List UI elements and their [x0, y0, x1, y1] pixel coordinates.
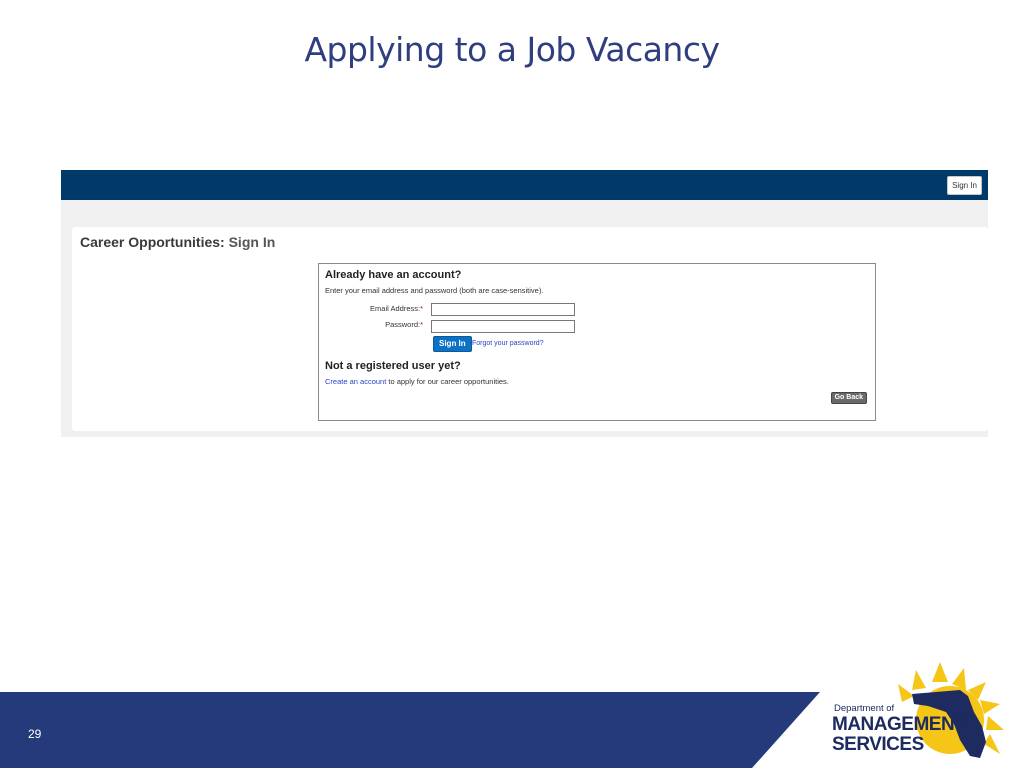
- logo-line-1: Department of: [834, 703, 895, 714]
- sign-in-button[interactable]: Sign In: [433, 336, 472, 352]
- page-heading-sub: Sign In: [228, 234, 276, 250]
- login-instructions: Enter your email address and password (b…: [325, 286, 544, 295]
- account-heading: Already have an account?: [325, 269, 462, 281]
- page-heading-main: Career Opportunities:: [80, 234, 225, 250]
- email-label-text: Email Address:: [370, 304, 421, 313]
- forgot-password-link[interactable]: Forgot your password?: [472, 340, 544, 347]
- career-portal-screenshot: Sign In Career Opportunities: Sign In Al…: [61, 170, 988, 437]
- portal-top-bar: Sign In: [61, 170, 988, 200]
- email-field[interactable]: [431, 303, 575, 316]
- password-required-mark: *: [420, 320, 423, 329]
- not-registered-heading: Not a registered user yet?: [325, 360, 461, 372]
- topbar-sign-in-button[interactable]: Sign In: [947, 176, 982, 195]
- logo-line-2: MANAGEMENT: [832, 714, 966, 735]
- email-label: Email Address:*: [323, 304, 423, 313]
- footer-band-shape: [0, 692, 820, 768]
- login-box: Already have an account? Enter your emai…: [318, 263, 876, 421]
- create-account-line: Create an account to apply for our caree…: [325, 377, 509, 386]
- password-field[interactable]: [431, 320, 575, 333]
- password-label: Password:*: [323, 320, 423, 329]
- page-number: 29: [28, 727, 42, 741]
- slide-title: Applying to a Job Vacancy: [304, 30, 720, 69]
- page-heading: Career Opportunities: Sign In: [80, 234, 275, 250]
- email-required-mark: *: [420, 304, 423, 313]
- create-account-link[interactable]: Create an account: [325, 377, 386, 386]
- create-account-suffix: to apply for our career opportunities.: [386, 377, 509, 386]
- signin-card: Career Opportunities: Sign In Already ha…: [72, 227, 988, 431]
- go-back-button[interactable]: Go Back: [830, 392, 867, 404]
- password-label-text: Password:: [385, 320, 421, 329]
- logo-line-3: SERVICES: [832, 734, 924, 755]
